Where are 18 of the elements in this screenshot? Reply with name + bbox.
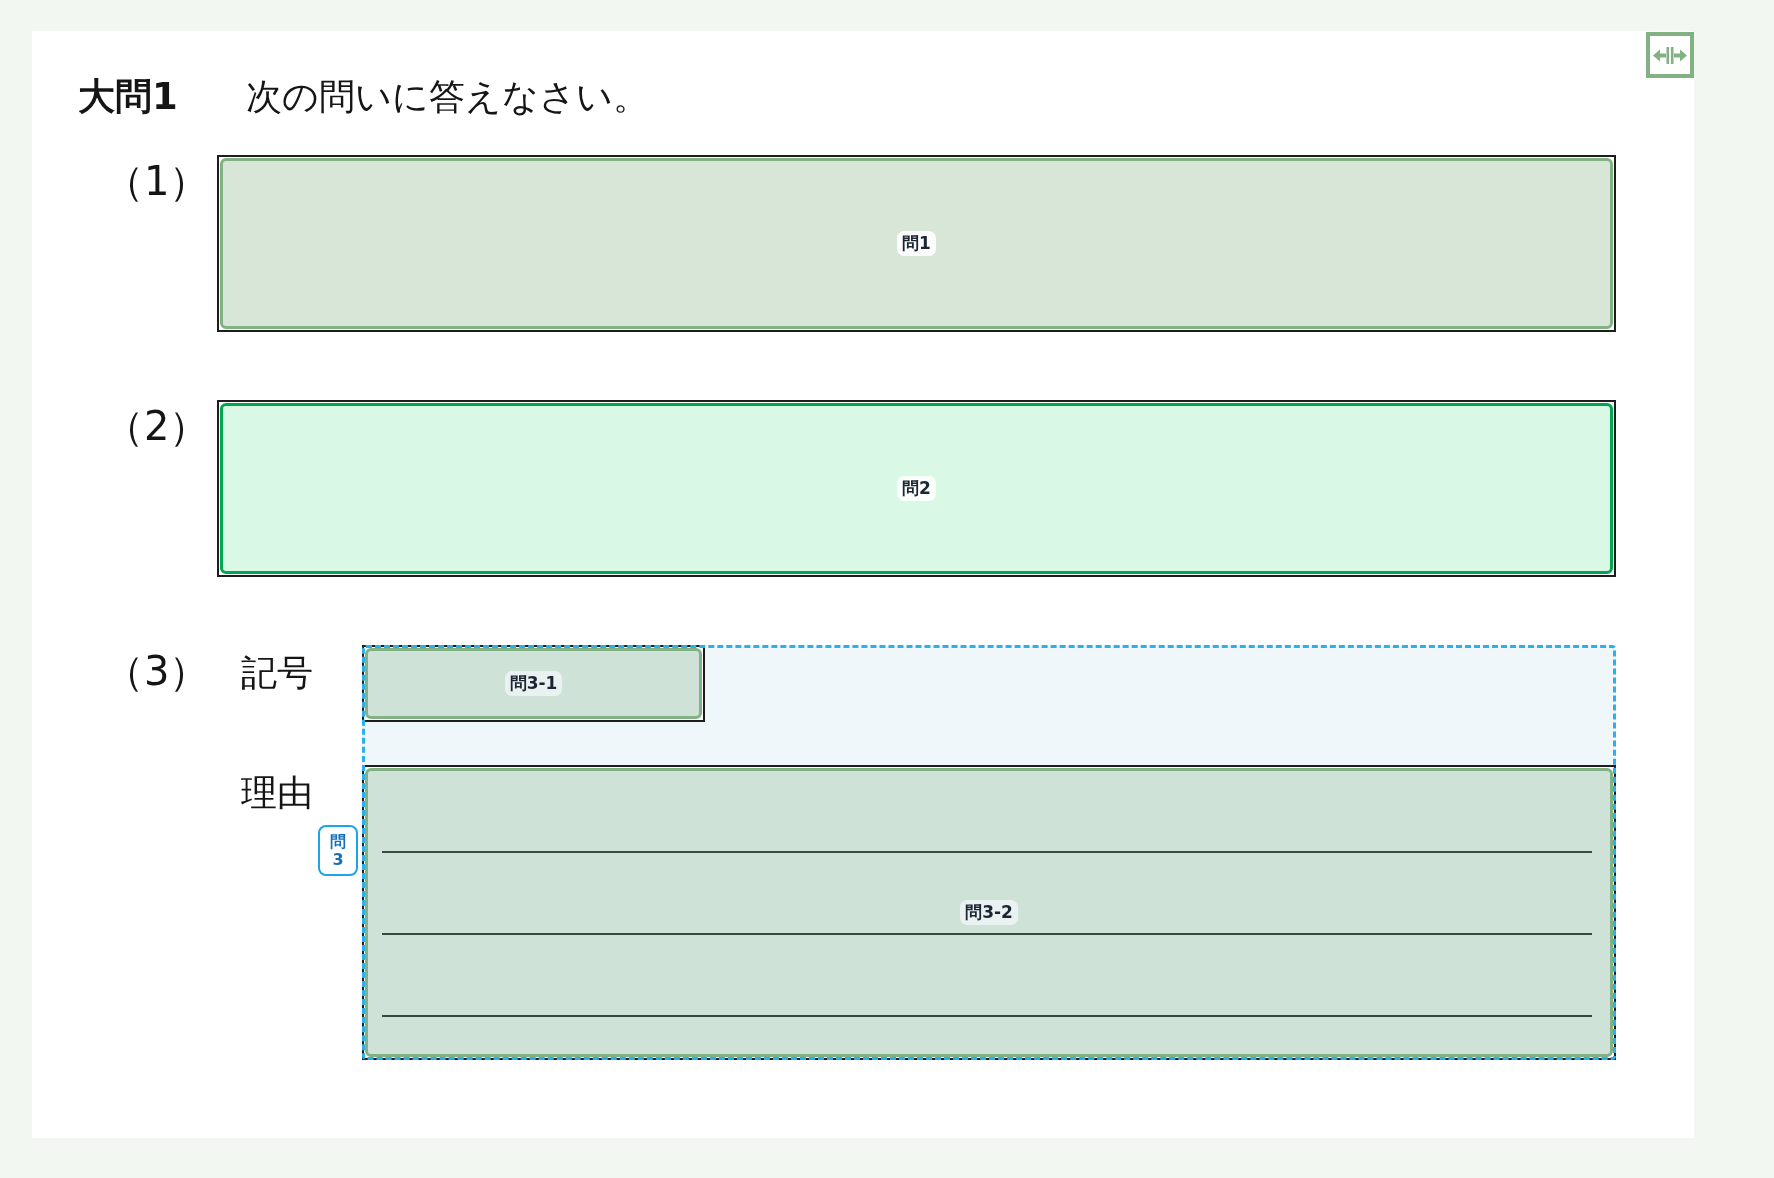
answer-prompt: 理由 [241, 775, 313, 811]
answer-box-label: 問1 [897, 231, 936, 256]
question-number: （2） [104, 406, 210, 446]
question-number: （1） [104, 161, 210, 201]
answer-box[interactable]: 問3-1 [362, 645, 705, 722]
answer-box[interactable]: 問2 [217, 400, 1616, 577]
answer-prompt: 記号 [241, 655, 313, 691]
answer-box-label: 問3-2 [960, 900, 1018, 925]
answer-box-label: 問3-1 [504, 671, 563, 696]
group-label: 問3 [318, 825, 358, 877]
answer-box[interactable]: 問1 [217, 155, 1616, 332]
expand-width-button[interactable] [1646, 32, 1694, 78]
answer-box-label: 問2 [897, 476, 936, 501]
question-number: （3） [104, 651, 210, 691]
section-title: 大問1 [78, 75, 178, 119]
answer-box[interactable]: 問3-2 [362, 765, 1616, 1060]
instruction-text: 次の問いに答えなさい。 [245, 75, 649, 119]
left-right-arrows-icon [1653, 46, 1687, 64]
